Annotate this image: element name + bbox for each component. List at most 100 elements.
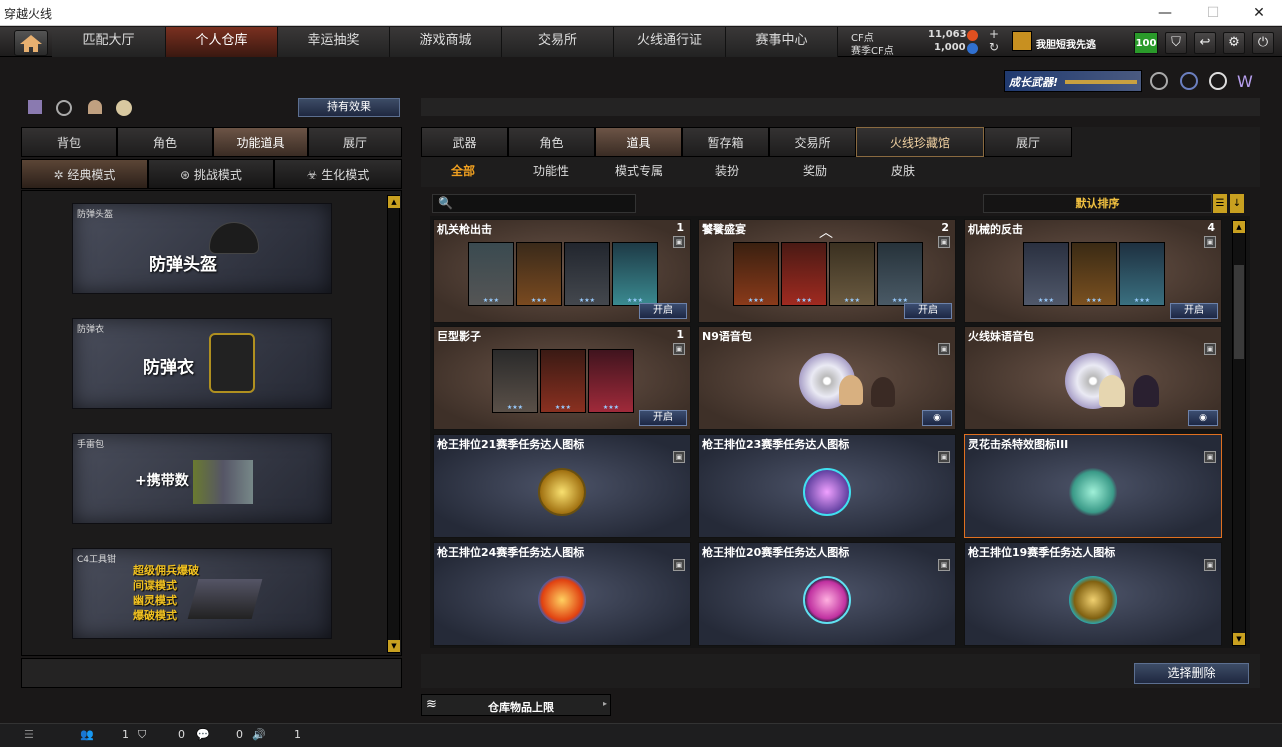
maximize-button[interactable]: ☐ xyxy=(1190,0,1236,26)
shield-icon[interactable]: ⛉ xyxy=(1165,32,1187,54)
close-button[interactable]: ✕ xyxy=(1236,0,1282,26)
avatar[interactable] xyxy=(1012,31,1032,51)
open-button[interactable]: 开启 xyxy=(904,303,952,319)
right-tab-character[interactable]: 角色 xyxy=(508,127,595,157)
minimize-button[interactable]: — xyxy=(1142,0,1188,26)
left-tab-backpack[interactable]: 背包 xyxy=(21,127,117,157)
menu-icon[interactable]: ☰ xyxy=(24,728,34,741)
lock-icon[interactable]: ▣ xyxy=(1204,343,1216,355)
subtab-reward[interactable]: 奖励 xyxy=(803,162,827,179)
history-icon[interactable] xyxy=(56,100,72,116)
badge-icon-4[interactable]: W xyxy=(1237,72,1253,91)
mode-classic[interactable]: ✲ 经典模式 xyxy=(21,159,148,189)
subtab-all[interactable]: 全部 xyxy=(451,162,475,179)
item-card-6[interactable]: 火线妹语音包 ▣ ◉ xyxy=(964,326,1222,430)
left-tab-character[interactable]: 角色 xyxy=(117,127,213,157)
slot-grenade-pack[interactable]: 手雷包 +携带数 xyxy=(72,433,332,524)
lock-icon[interactable]: ▣ xyxy=(938,559,950,571)
left-tab-function-items[interactable]: 功能道具 xyxy=(213,127,308,157)
voice-play-button[interactable]: ◉ xyxy=(1188,410,1218,426)
lock-icon[interactable]: ▣ xyxy=(938,236,950,248)
scroll-up-arrow[interactable]: ▲ xyxy=(1233,221,1245,233)
chevron-up-icon[interactable]: ︿ xyxy=(819,222,833,242)
subtab-functional[interactable]: 功能性 xyxy=(533,162,569,179)
lock-icon[interactable]: ▣ xyxy=(938,343,950,355)
lock-icon[interactable]: ▣ xyxy=(1204,236,1216,248)
gear-icon[interactable]: ⚙ xyxy=(1223,32,1245,54)
nav-tab-events[interactable]: 赛事中心 xyxy=(726,27,838,57)
slot-c4-pliers[interactable]: C4工具钳 超级佣兵爆破 间谍模式 幽灵模式 爆破模式 xyxy=(72,548,332,639)
open-button[interactable]: 开启 xyxy=(639,410,687,426)
item-card-5[interactable]: N9语音包 ▣ ◉ xyxy=(698,326,956,430)
badge-icon-3[interactable] xyxy=(1209,72,1227,90)
stats-icon[interactable] xyxy=(28,100,42,114)
item-card-10[interactable]: 枪王排位24赛季任务达人图标 ▣ xyxy=(433,542,691,646)
right-tab-collection[interactable]: 火线珍藏馆 xyxy=(856,127,984,157)
voice-play-button[interactable]: ◉ xyxy=(922,410,952,426)
chat-icon[interactable]: 💬 xyxy=(196,728,210,741)
sort-dropdown[interactable]: 默认排序 xyxy=(983,194,1212,213)
bag-icon[interactable] xyxy=(116,100,132,116)
mode-challenge[interactable]: ⊛ 挑战模式 xyxy=(148,159,274,189)
item-card-7[interactable]: 枪王排位21赛季任务达人图标 ▣ xyxy=(433,434,691,538)
lock-icon[interactable]: ▣ xyxy=(673,559,685,571)
lock-icon[interactable]: ▣ xyxy=(673,236,685,248)
slot-vest[interactable]: 防弹衣 防弹衣 xyxy=(72,318,332,409)
nav-tab-match[interactable]: 匹配大厅 xyxy=(52,27,166,57)
capacity-bar[interactable]: ≋ 仓库物品上限 ▸ xyxy=(421,694,611,716)
scroll-down-arrow[interactable]: ▼ xyxy=(1233,633,1245,645)
search-input[interactable]: 🔍 xyxy=(432,194,636,213)
left-tab-showroom[interactable]: 展厅 xyxy=(308,127,402,157)
lock-icon[interactable]: ▣ xyxy=(673,343,685,355)
right-tab-items[interactable]: 道具 xyxy=(595,127,682,157)
nav-tab-pass[interactable]: 火线通行证 xyxy=(614,27,726,57)
scroll-thumb[interactable] xyxy=(1234,265,1244,359)
mode-zombie[interactable]: ☣ 生化模式 xyxy=(274,159,402,189)
speaker-icon[interactable]: 🔊 xyxy=(252,728,266,741)
friends-icon[interactable]: 👥 xyxy=(80,728,94,741)
item-card-4[interactable]: 巨型影子 1 ▣ ★★★ ★★★ ★★★ 开启 xyxy=(433,326,691,430)
badge-icon-2[interactable] xyxy=(1180,72,1198,90)
subtab-skin[interactable]: 皮肤 xyxy=(891,162,915,179)
item-card-9[interactable]: 灵花击杀特效图标III ▣ xyxy=(964,434,1222,538)
nav-tab-warehouse[interactable]: 个人仓库 xyxy=(166,27,278,57)
back-icon[interactable]: ↩ xyxy=(1194,32,1216,54)
scroll-down-arrow[interactable]: ▼ xyxy=(388,640,400,652)
item-card-11[interactable]: 枪王排位20赛季任务达人图标 ▣ xyxy=(698,542,956,646)
right-tab-storage[interactable]: 暂存箱 xyxy=(682,127,769,157)
select-delete-button[interactable]: 选择删除 xyxy=(1134,663,1249,684)
subtab-costume[interactable]: 装扮 xyxy=(715,162,739,179)
open-button[interactable]: 开启 xyxy=(1170,303,1218,319)
nav-tab-lottery[interactable]: 幸运抽奖 xyxy=(278,27,390,57)
nav-tab-shop[interactable]: 游戏商城 xyxy=(390,27,502,57)
growth-weapon-banner[interactable]: 成长武器! xyxy=(1004,70,1142,92)
refresh-icon[interactable]: ↻ xyxy=(989,40,999,54)
lock-icon[interactable]: ▣ xyxy=(1204,451,1216,463)
list-view-icon[interactable]: ☰ xyxy=(1213,194,1227,213)
effects-button[interactable]: 持有效果 xyxy=(298,98,400,117)
right-tab-showroom[interactable]: 展厅 xyxy=(984,127,1072,157)
badge-icon-1[interactable] xyxy=(1150,72,1168,90)
scroll-up-arrow[interactable]: ▲ xyxy=(388,196,400,208)
lock-icon[interactable]: ▣ xyxy=(1204,559,1216,571)
item-card-1[interactable]: 机关枪出击 1 ▣ ★★★ ★★★ ★★★ ★★★ 开启 xyxy=(433,219,691,323)
add-cf-icon[interactable]: + xyxy=(989,27,999,41)
item-card-2[interactable]: 饕餮盛宴 2 ▣ ︿ ★★★ ★★★ ★★★ ★★★ 开启 xyxy=(698,219,956,323)
person-icon[interactable] xyxy=(88,100,102,114)
item-card-12[interactable]: 枪王排位19赛季任务达人图标 ▣ xyxy=(964,542,1222,646)
lock-icon[interactable]: ▣ xyxy=(938,451,950,463)
right-tab-weapons[interactable]: 武器 xyxy=(421,127,508,157)
item-card-3[interactable]: 机械的反击 4 ▣ ★★★ ★★★ ★★★ 开启 xyxy=(964,219,1222,323)
subtab-mode[interactable]: 模式专属 xyxy=(615,162,663,179)
slot-helmet[interactable]: 防弹头盔 防弹头盔 xyxy=(72,203,332,294)
nav-tab-exchange[interactable]: 交易所 xyxy=(502,27,614,57)
left-scrollbar[interactable]: ▲ ▼ xyxy=(387,195,400,653)
shield-status-icon[interactable]: ⛉ xyxy=(138,728,146,742)
right-tab-exchange[interactable]: 交易所 xyxy=(769,127,856,157)
open-button[interactable]: 开启 xyxy=(639,303,687,319)
right-scrollbar[interactable]: ▲ ▼ xyxy=(1232,220,1246,646)
item-card-8[interactable]: 枪王排位23赛季任务达人图标 ▣ xyxy=(698,434,956,538)
power-icon[interactable]: ⏻ xyxy=(1252,32,1274,54)
sort-order-icon[interactable]: ↓ xyxy=(1230,194,1244,213)
home-button[interactable] xyxy=(14,30,48,56)
